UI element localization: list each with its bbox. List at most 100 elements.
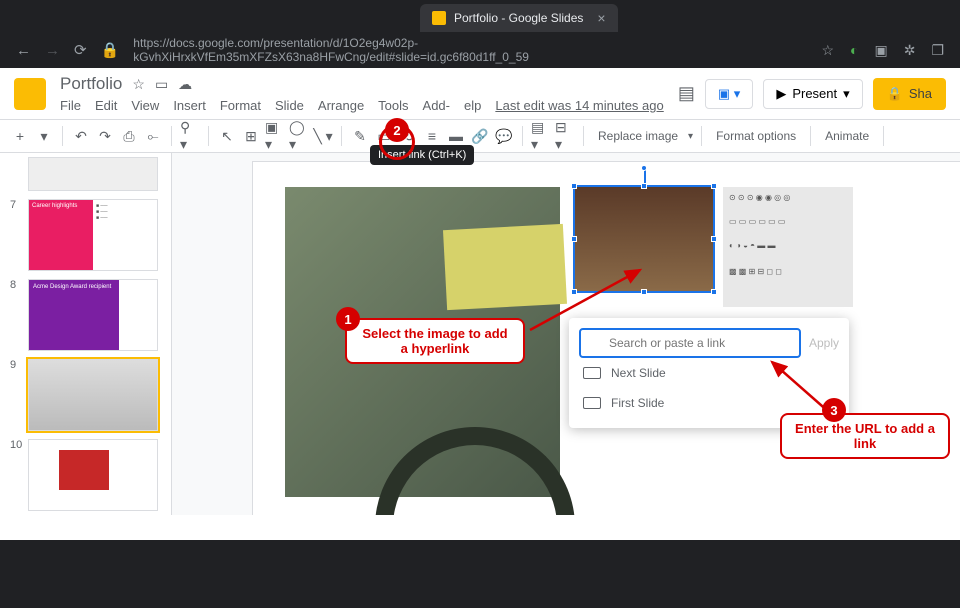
link-icon[interactable]: 🔗 — [470, 126, 490, 146]
slide-thumb-10[interactable] — [28, 439, 158, 511]
tab-title: Portfolio - Google Slides — [454, 11, 583, 25]
cloud-icon[interactable]: ☁ — [178, 76, 192, 93]
line-icon[interactable]: ╲ ▾ — [313, 126, 333, 146]
resize-handle[interactable] — [711, 183, 717, 189]
reload-icon[interactable]: ⟳ — [74, 41, 87, 59]
doc-title[interactable]: Portfolio — [60, 74, 122, 94]
address-bar: ← → ⟳ 🔒 https://docs.google.com/presenta… — [0, 32, 960, 68]
align-icon[interactable]: ▤ ▾ — [531, 126, 551, 146]
meet-button[interactable]: ▣ ▾ — [705, 79, 753, 109]
menu-slide[interactable]: Slide — [275, 98, 304, 113]
slides-app: Portfolio ☆ ▭ ☁ File Edit View Insert Fo… — [0, 68, 960, 540]
slide-image-knolling[interactable]: ⊙ ⊙ ⊙ ◉ ◉ ◎ ◎ ▭ ▭ ▭ ▭ ▭ ▭ ◐ ◑ ◒ ◓ ▬ ▬ ▩ … — [723, 187, 853, 307]
resize-handle[interactable] — [711, 289, 717, 295]
ext4-icon[interactable]: ❐ — [931, 42, 944, 59]
close-tab-icon[interactable]: × — [597, 10, 605, 26]
menu-arrange[interactable]: Arrange — [318, 98, 364, 113]
crop-icon[interactable]: ✎ — [350, 126, 370, 146]
insert-link-popover: ⚲ Apply Next Slide First Slide — [569, 318, 849, 428]
lock-icon: 🔒 — [101, 41, 120, 59]
url-text[interactable]: https://docs.google.com/presentation/d/1… — [133, 36, 807, 64]
resize-handle[interactable] — [641, 289, 647, 295]
undo-icon[interactable]: ↶ — [71, 126, 91, 146]
print-icon[interactable]: ⎙ — [119, 126, 139, 146]
slide-image-selected[interactable] — [575, 187, 713, 291]
slides-logo-icon[interactable] — [14, 78, 46, 110]
paint-icon[interactable]: ⟜ — [143, 126, 163, 146]
menu-addons[interactable]: Add- — [423, 98, 450, 113]
thumb-num — [10, 157, 22, 191]
shape-icon[interactable]: ◯ ▾ — [289, 126, 309, 146]
border-color-icon[interactable]: ≡ — [422, 126, 442, 146]
slide-thumb-9[interactable] — [28, 359, 158, 431]
menu-bar: File Edit View Insert Format Slide Arran… — [60, 98, 678, 113]
doc-header: Portfolio ☆ ▭ ☁ File Edit View Insert Fo… — [0, 68, 960, 113]
slide-thumb-8[interactable]: Acme Design Award recipient — [28, 279, 158, 351]
format-options-button[interactable]: Format options — [710, 129, 802, 143]
slide-thumb-7[interactable]: Career highlights■ ──■ ──■ ── — [28, 199, 158, 271]
slide-thumb-6-partial[interactable] — [28, 157, 158, 191]
menu-file[interactable]: File — [60, 98, 81, 113]
browser-chrome: Portfolio - Google Slides × ← → ⟳ 🔒 http… — [0, 0, 960, 68]
comment-icon[interactable]: 💬 — [494, 126, 514, 146]
resize-handle[interactable] — [571, 183, 577, 189]
rotate-stem — [644, 169, 646, 183]
slide-canvas[interactable]: ⊙ ⊙ ⊙ ◉ ◉ ◎ ◎ ▭ ▭ ▭ ▭ ▭ ▭ ◐ ◑ ◒ ◓ ▬ ▬ ▩ … — [172, 153, 960, 515]
link-next-slide[interactable]: Next Slide — [579, 358, 839, 388]
annotation-badge-2: 2 — [385, 118, 409, 142]
present-button[interactable]: ▶ Present ▾ — [763, 79, 862, 109]
menu-view[interactable]: View — [131, 98, 159, 113]
toolbar: + ▾ ↶ ↷ ⎙ ⟜ ⚲ ▾ ↖ ⊞ ▣ ▾ ◯ ▾ ╲ ▾ ✎ ▭ ⟲ ≡ … — [0, 119, 960, 153]
new-slide-icon[interactable]: + — [10, 126, 30, 146]
browser-tab[interactable]: Portfolio - Google Slides × — [420, 4, 618, 32]
annotation-badge-1: 1 — [336, 307, 360, 331]
forward-icon[interactable]: → — [45, 42, 60, 59]
slide-thumbnails: 7 Career highlights■ ──■ ──■ ── 8 Acme D… — [0, 153, 172, 515]
annotation-text-3: Enter the URL to add a link — [780, 413, 950, 459]
image-icon[interactable]: ▣ ▾ — [265, 126, 285, 146]
ext1-icon[interactable]: ◐ — [850, 42, 858, 59]
resize-handle[interactable] — [641, 183, 647, 189]
arc-shape — [375, 427, 575, 515]
comments-icon[interactable]: ▤ — [678, 83, 695, 104]
thumb-num: 10 — [10, 439, 22, 511]
apply-button[interactable]: Apply — [809, 336, 839, 350]
annotation-text-1: Select the image to add a hyperlink — [345, 318, 525, 364]
move-icon[interactable]: ▭ — [155, 76, 168, 93]
chevron-down-icon[interactable]: ▾ — [34, 126, 54, 146]
resize-handle[interactable] — [711, 236, 717, 242]
replace-image-button[interactable]: Replace image — [592, 129, 684, 143]
thumb-num: 9 — [10, 359, 22, 431]
browser-extensions: ☆ ◐ ▣ ✲ ❐ — [821, 42, 944, 59]
select-icon[interactable]: ↖ — [217, 126, 237, 146]
bookmark-icon[interactable]: ☆ — [821, 42, 834, 59]
slides-favicon — [432, 11, 446, 25]
textbox-icon[interactable]: ⊞ — [241, 126, 261, 146]
resize-handle[interactable] — [571, 289, 577, 295]
menu-help[interactable]: elp — [464, 98, 481, 113]
menu-insert[interactable]: Insert — [173, 98, 206, 113]
link-url-input[interactable] — [579, 328, 801, 358]
distribute-icon[interactable]: ⊟ ▾ — [555, 126, 575, 146]
ext3-icon[interactable]: ✲ — [904, 42, 916, 59]
last-edit-link[interactable]: Last edit was 14 minutes ago — [495, 98, 663, 113]
menu-tools[interactable]: Tools — [378, 98, 408, 113]
menu-edit[interactable]: Edit — [95, 98, 117, 113]
redo-icon[interactable]: ↷ — [95, 126, 115, 146]
thumb-num: 7 — [10, 199, 22, 271]
share-button[interactable]: 🔒 Sha — [873, 78, 946, 110]
star-icon[interactable]: ☆ — [132, 76, 145, 93]
menu-format[interactable]: Format — [220, 98, 261, 113]
rotate-handle[interactable] — [641, 165, 647, 171]
back-icon[interactable]: ← — [16, 42, 31, 59]
zoom-icon[interactable]: ⚲ ▾ — [180, 126, 200, 146]
tab-strip: Portfolio - Google Slides × — [0, 0, 960, 32]
border-weight-icon[interactable]: ▬ — [446, 126, 466, 146]
slide-icon — [583, 397, 601, 409]
animate-button[interactable]: Animate — [819, 129, 875, 143]
thumb-num: 8 — [10, 279, 22, 351]
annotation-badge-3: 3 — [822, 398, 846, 422]
resize-handle[interactable] — [571, 236, 577, 242]
slide-icon — [583, 367, 601, 379]
ext2-icon[interactable]: ▣ — [874, 42, 887, 59]
